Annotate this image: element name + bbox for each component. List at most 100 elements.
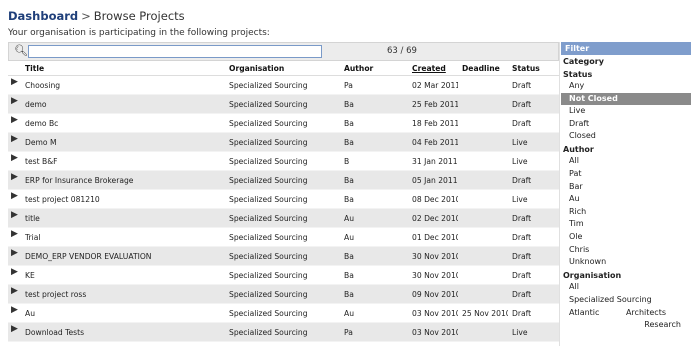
table-row[interactable]: ▶ Download Tests Specialized Sourcing Pa 03 … xyxy=(8,322,559,342)
expand-arrow-icon[interactable]: ▶ xyxy=(8,227,21,247)
cell-title[interactable]: KE xyxy=(21,265,225,285)
expand-arrow-icon[interactable]: ▶ xyxy=(8,284,21,304)
table-row[interactable]: ▶ demo Bc Specialized Sourcing Ba 18 Feb 201… xyxy=(8,113,559,133)
org-option-research[interactable]: Research xyxy=(561,319,691,332)
cell-author: Ba xyxy=(340,113,408,133)
cell-deadline xyxy=(458,208,508,228)
cell-status: Draft xyxy=(508,113,559,133)
search-input[interactable] xyxy=(28,45,322,58)
expand-arrow-icon[interactable]: ▶ xyxy=(8,265,21,285)
header-deadline[interactable]: Deadline xyxy=(458,61,508,76)
cell-status: Draft xyxy=(508,246,559,266)
breadcrumb-dashboard-link[interactable]: Dashboard xyxy=(8,9,78,23)
cell-title[interactable]: ERP for Insurance Brokerage xyxy=(21,170,225,190)
expand-arrow-icon[interactable]: ▶ xyxy=(8,208,21,228)
cell-title[interactable]: Choosing xyxy=(21,75,225,95)
status-option-closed[interactable]: Closed xyxy=(561,130,691,143)
header-title[interactable]: Title xyxy=(21,61,225,76)
cell-title[interactable]: Au xyxy=(21,303,225,323)
author-option-tim[interactable]: Tim xyxy=(561,218,691,231)
cell-author: Pa xyxy=(340,75,408,95)
cell-organisation: Specialized Sourcing xyxy=(225,265,340,285)
author-option-rich[interactable]: Rich xyxy=(561,206,691,219)
expand-arrow-icon[interactable]: ▶ xyxy=(8,75,21,95)
status-option-not-closed[interactable]: Not Closed xyxy=(561,92,691,106)
cell-title[interactable]: Download Tests xyxy=(21,322,225,342)
org-option-all[interactable]: All xyxy=(561,281,691,294)
filter-panel: Filter Category Status Any Not Closed Live… xyxy=(561,42,691,346)
cell-organisation: Specialized Sourcing xyxy=(225,132,340,152)
author-option-ole[interactable]: Ole xyxy=(561,231,691,244)
table-row[interactable]: ▶ Au Specialized Sourcing Au 03 Nov 2010 25 N… xyxy=(8,303,559,323)
status-option-any[interactable]: Any xyxy=(561,80,691,93)
cell-deadline: 25 Nov 2010 xyxy=(458,303,508,323)
header-expand xyxy=(8,61,21,76)
table-row[interactable]: ▶ KE Specialized Sourcing Ba 30 Nov 2010 Draf… xyxy=(8,265,559,285)
intro-text: Your organisation is participating in th… xyxy=(8,28,270,38)
cell-organisation: Specialized Sourcing xyxy=(225,113,340,133)
cell-deadline xyxy=(458,132,508,152)
author-option-pat[interactable]: Pat xyxy=(561,168,691,181)
author-option-unknown[interactable]: Unknown xyxy=(561,256,691,269)
table-row[interactable]: ▶ Choosing Specialized Sourcing Pa 02 Mar 20… xyxy=(8,75,559,95)
status-option-draft[interactable]: Draft xyxy=(561,118,691,131)
expand-arrow-icon[interactable]: ▶ xyxy=(8,113,21,133)
expand-arrow-icon[interactable]: ▶ xyxy=(8,189,21,209)
table-row[interactable]: ▶ DEMO_ERP VENDOR EVALUATION Specialized S… xyxy=(8,246,559,266)
author-option-all[interactable]: All xyxy=(561,155,691,168)
expand-arrow-icon[interactable]: ▶ xyxy=(8,151,21,171)
header-organisation[interactable]: Organisation xyxy=(225,61,340,76)
table-row[interactable]: ▶ Demo M Specialized Sourcing Ba 04 Feb 2011… xyxy=(8,132,559,152)
cell-created: 03 Nov 2010 xyxy=(408,322,458,342)
expand-arrow-icon[interactable]: ▶ xyxy=(8,170,21,190)
cell-title[interactable]: test project ross xyxy=(21,284,225,304)
cell-status: Draft xyxy=(508,208,559,228)
projects-table: Title Organisation Author Created Deadli… xyxy=(8,61,559,342)
author-option-au[interactable]: Au xyxy=(561,193,691,206)
org-option-row: Atlantic Architects xyxy=(561,307,691,320)
org-option-atlantic[interactable]: Atlantic xyxy=(569,307,599,320)
org-option-specialized-sourcing[interactable]: Specialized Sourcing xyxy=(561,294,691,307)
category-label: Category xyxy=(563,57,604,66)
org-option-architects[interactable]: Architects xyxy=(626,307,666,320)
cell-deadline xyxy=(458,113,508,133)
cell-title[interactable]: DEMO_ERP VENDOR EVALUATION xyxy=(21,246,225,266)
header-author[interactable]: Author xyxy=(340,61,408,76)
expand-arrow-icon[interactable]: ▶ xyxy=(8,132,21,152)
cell-title[interactable]: test project 081210 xyxy=(21,189,225,209)
table-row[interactable]: ▶ demo Specialized Sourcing Ba 25 Feb 2011 Dr… xyxy=(8,94,559,114)
author-option-chris[interactable]: Chris xyxy=(561,244,691,257)
expand-arrow-icon[interactable]: ▶ xyxy=(8,246,21,266)
author-label: Author xyxy=(563,144,594,154)
search-icon: 🔍︎ xyxy=(14,44,28,57)
cell-organisation: Specialized Sourcing xyxy=(225,208,340,228)
table-row[interactable]: ▶ test project ross Specialized Sourcing Ba… xyxy=(8,284,559,304)
cell-title[interactable]: test B&F xyxy=(21,151,225,171)
breadcrumb-separator: > xyxy=(81,9,91,23)
table-row[interactable]: ▶ test B&F Specialized Sourcing B 31 Jan 201… xyxy=(8,151,559,171)
cell-author: Ba xyxy=(340,265,408,285)
header-created[interactable]: Created xyxy=(408,61,458,76)
expand-arrow-icon[interactable]: ▶ xyxy=(8,322,21,342)
cell-created: 09 Nov 2010 xyxy=(408,284,458,304)
cell-status: Live xyxy=(508,151,559,171)
cell-status: Live xyxy=(508,322,559,342)
table-row[interactable]: ▶ Trial Specialized Sourcing Au 01 Dec 2010 D… xyxy=(8,227,559,247)
table-row[interactable]: ▶ ERP for Insurance Brokerage Specialized … xyxy=(8,170,559,190)
cell-created: 31 Jan 2011 xyxy=(408,151,458,171)
cell-title[interactable]: Trial xyxy=(21,227,225,247)
cell-title[interactable]: title xyxy=(21,208,225,228)
cell-organisation: Specialized Sourcing xyxy=(225,151,340,171)
expand-arrow-icon[interactable]: ▶ xyxy=(8,94,21,114)
table-row[interactable]: ▶ test project 081210 Specialized Sourcing… xyxy=(8,189,559,209)
cell-title[interactable]: demo Bc xyxy=(21,113,225,133)
expand-arrow-icon[interactable]: ▶ xyxy=(8,303,21,323)
cell-status: Live xyxy=(508,132,559,152)
cell-title[interactable]: Demo M xyxy=(21,132,225,152)
cell-created: 30 Nov 2010 xyxy=(408,265,458,285)
cell-title[interactable]: demo xyxy=(21,94,225,114)
status-option-live[interactable]: Live xyxy=(561,105,691,118)
author-option-bar[interactable]: Bar xyxy=(561,181,691,194)
header-status[interactable]: Status xyxy=(508,61,559,76)
table-row[interactable]: ▶ title Specialized Sourcing Au 02 Dec 2010 D… xyxy=(8,208,559,228)
